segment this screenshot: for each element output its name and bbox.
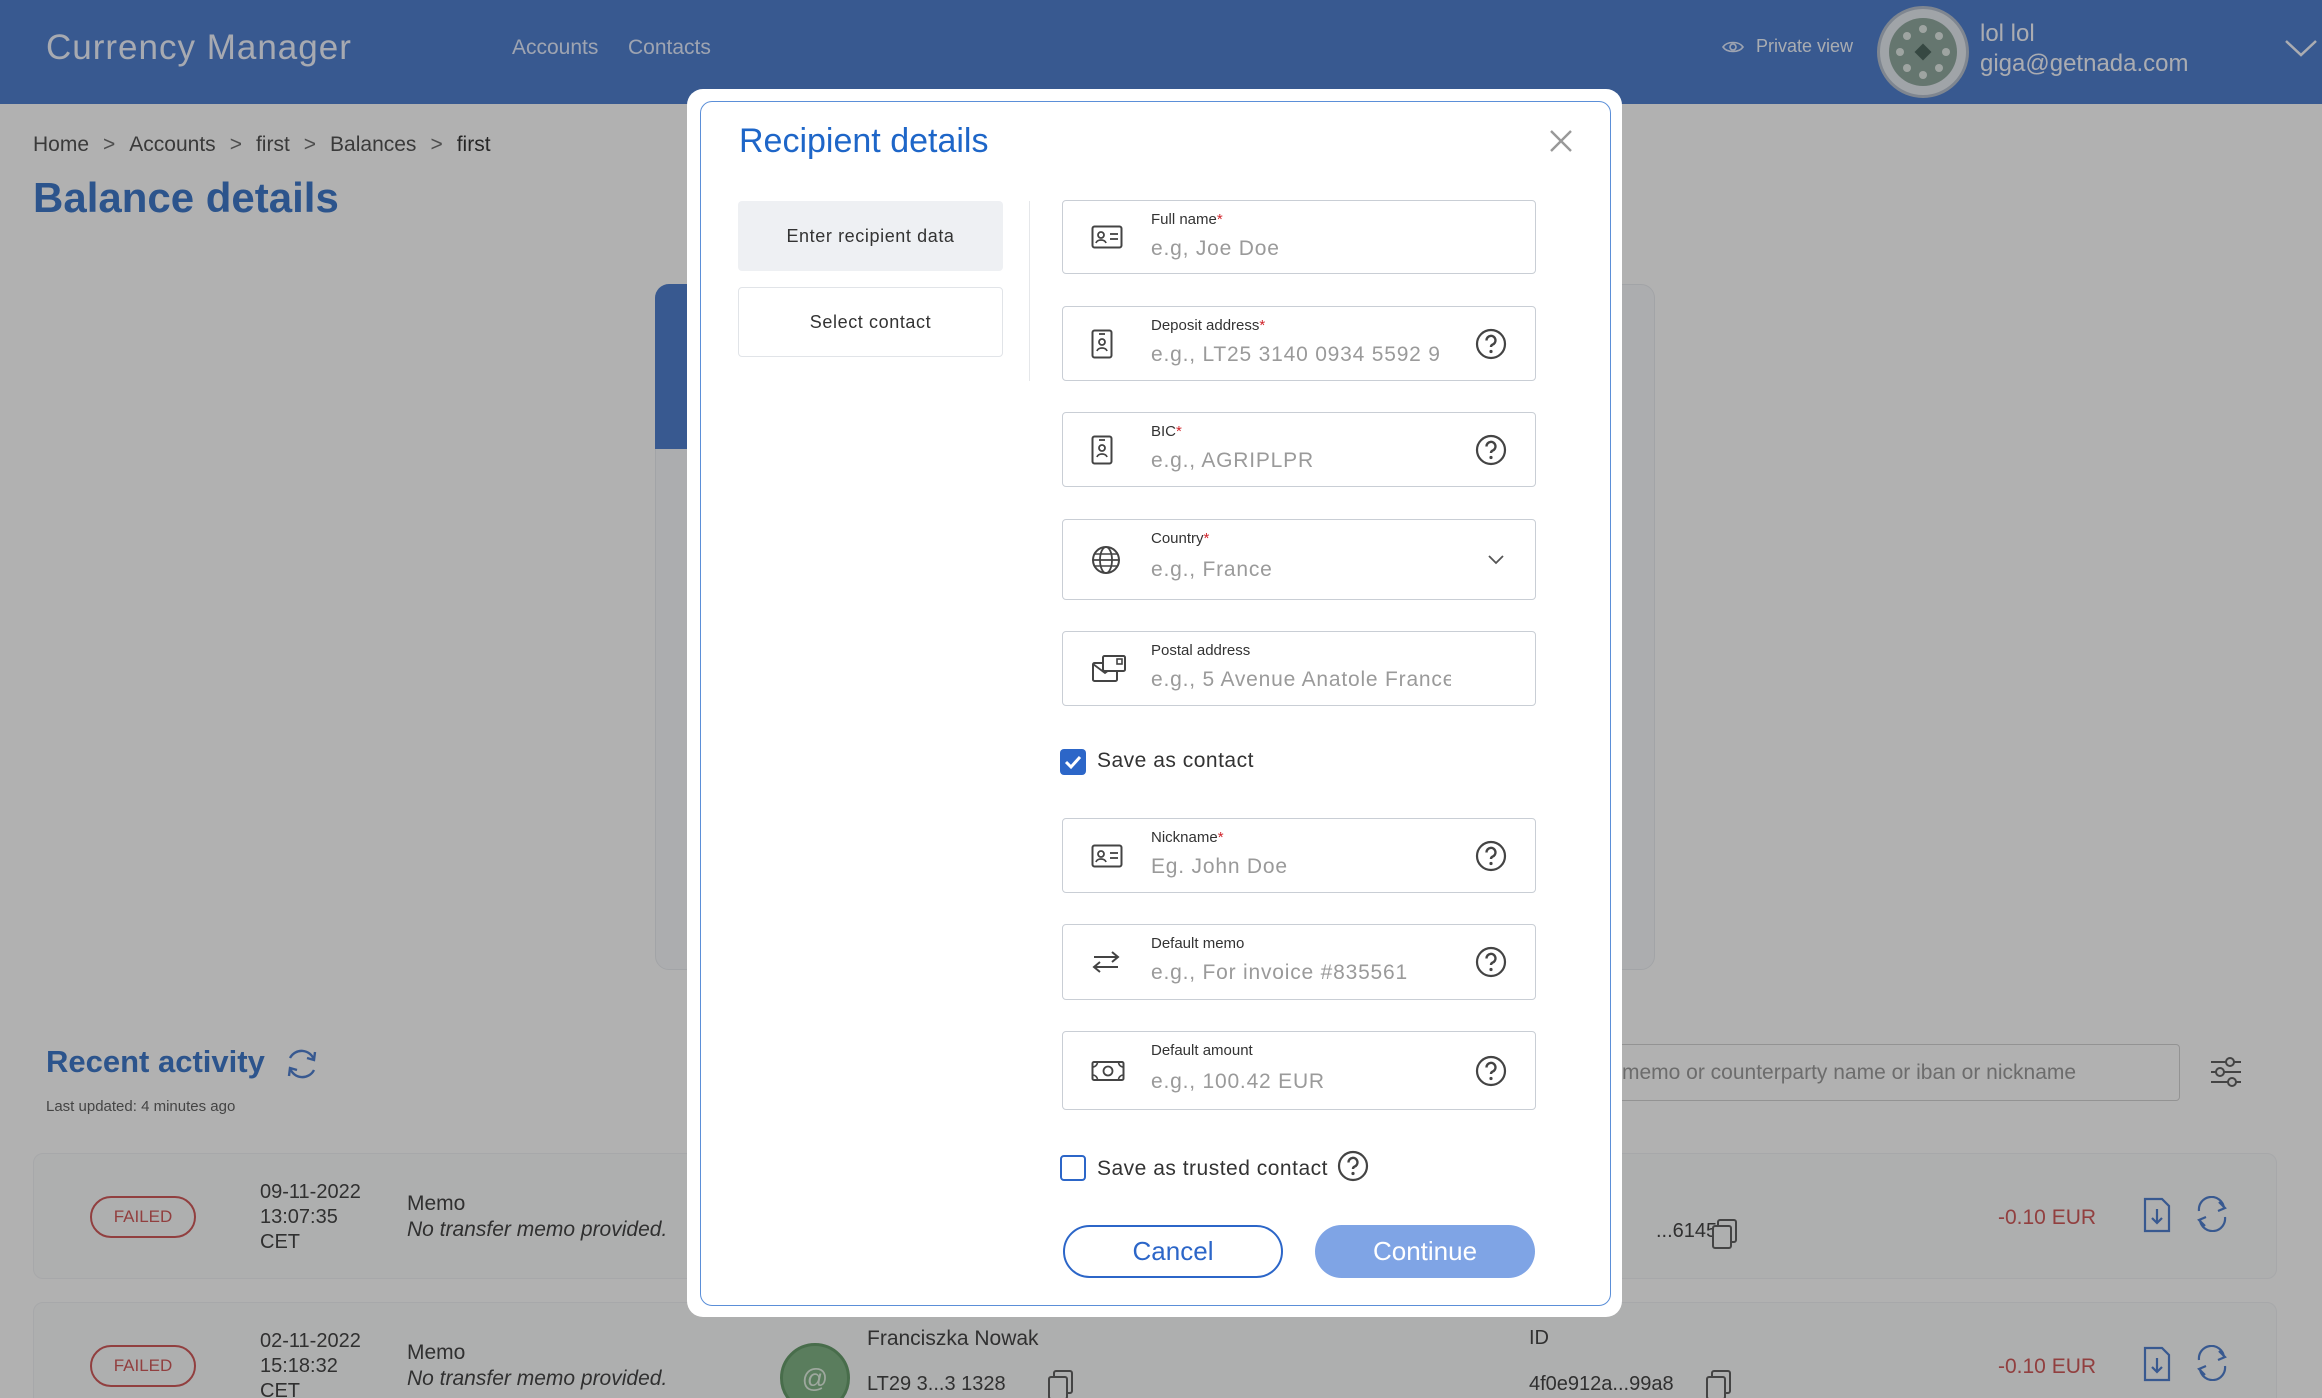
default-memo-input[interactable]: e.g., For invoice #835561 bbox=[1151, 961, 1451, 985]
badge-icon bbox=[1091, 329, 1113, 358]
save-as-contact-checkbox[interactable] bbox=[1060, 749, 1086, 775]
nickname-input[interactable]: Eg. John Doe bbox=[1151, 855, 1451, 879]
postal-address-label: Postal address bbox=[1151, 642, 1251, 659]
transfer-arrows-icon bbox=[1092, 951, 1120, 973]
save-as-trusted-contact-label[interactable]: Save as trusted contact bbox=[1097, 1157, 1328, 1181]
id-card-icon bbox=[1091, 225, 1123, 249]
globe-icon bbox=[1092, 545, 1120, 574]
close-icon[interactable] bbox=[1548, 128, 1574, 154]
cancel-button[interactable]: Cancel bbox=[1063, 1225, 1283, 1278]
help-icon[interactable] bbox=[1475, 328, 1507, 360]
mail-address-icon bbox=[1092, 654, 1126, 682]
modal-title: Recipient details bbox=[739, 122, 989, 160]
continue-button[interactable]: Continue bbox=[1315, 1225, 1535, 1278]
deposit-address-input[interactable]: e.g., LT25 3140 0934 5592 9 bbox=[1151, 343, 1451, 367]
default-amount-input[interactable]: e.g., 100.42 EUR bbox=[1151, 1070, 1451, 1094]
bic-label: BIC* bbox=[1151, 423, 1182, 440]
default-amount-label: Default amount bbox=[1151, 1042, 1253, 1059]
modal-divider bbox=[1029, 201, 1030, 381]
help-icon[interactable] bbox=[1337, 1150, 1369, 1182]
default-amount-field[interactable]: Default amount e.g., 100.42 EUR bbox=[1062, 1031, 1536, 1110]
nickname-label: Nickname* bbox=[1151, 829, 1224, 846]
bic-input[interactable]: e.g., AGRIPLPR bbox=[1151, 449, 1451, 473]
id-card-icon bbox=[1091, 844, 1123, 867]
help-icon[interactable] bbox=[1475, 840, 1507, 872]
deposit-address-label: Deposit address* bbox=[1151, 317, 1266, 334]
full-name-field[interactable]: Full name* e.g, Joe Doe bbox=[1062, 200, 1536, 274]
cash-icon bbox=[1091, 1060, 1125, 1081]
country-label: Country* bbox=[1151, 530, 1210, 547]
country-select[interactable]: Country* e.g., France bbox=[1062, 519, 1536, 600]
default-memo-field[interactable]: Default memo e.g., For invoice #835561 bbox=[1062, 924, 1536, 1000]
checkmark-icon bbox=[1064, 755, 1082, 770]
help-icon[interactable] bbox=[1475, 1055, 1507, 1087]
postal-address-input[interactable]: e.g., 5 Avenue Anatole France, 7500 bbox=[1151, 668, 1451, 692]
default-memo-label: Default memo bbox=[1151, 935, 1245, 952]
bic-field[interactable]: BIC* e.g., AGRIPLPR bbox=[1062, 412, 1536, 487]
save-as-trusted-contact-checkbox[interactable] bbox=[1060, 1155, 1086, 1181]
tab-enter-recipient-data[interactable]: Enter recipient data bbox=[738, 201, 1003, 271]
deposit-address-field[interactable]: Deposit address* e.g., LT25 3140 0934 55… bbox=[1062, 306, 1536, 381]
full-name-input[interactable]: e.g, Joe Doe bbox=[1151, 237, 1451, 261]
full-name-label: Full name* bbox=[1151, 211, 1223, 228]
help-icon[interactable] bbox=[1475, 434, 1507, 466]
tab-select-contact[interactable]: Select contact bbox=[738, 287, 1003, 357]
chevron-down-icon[interactable] bbox=[1487, 554, 1505, 566]
nickname-field[interactable]: Nickname* Eg. John Doe bbox=[1062, 818, 1536, 893]
save-as-contact-label[interactable]: Save as contact bbox=[1097, 749, 1254, 773]
country-value[interactable]: e.g., France bbox=[1151, 558, 1451, 582]
postal-address-field[interactable]: Postal address e.g., 5 Avenue Anatole Fr… bbox=[1062, 631, 1536, 706]
help-icon[interactable] bbox=[1475, 946, 1507, 978]
badge-icon bbox=[1091, 435, 1113, 464]
